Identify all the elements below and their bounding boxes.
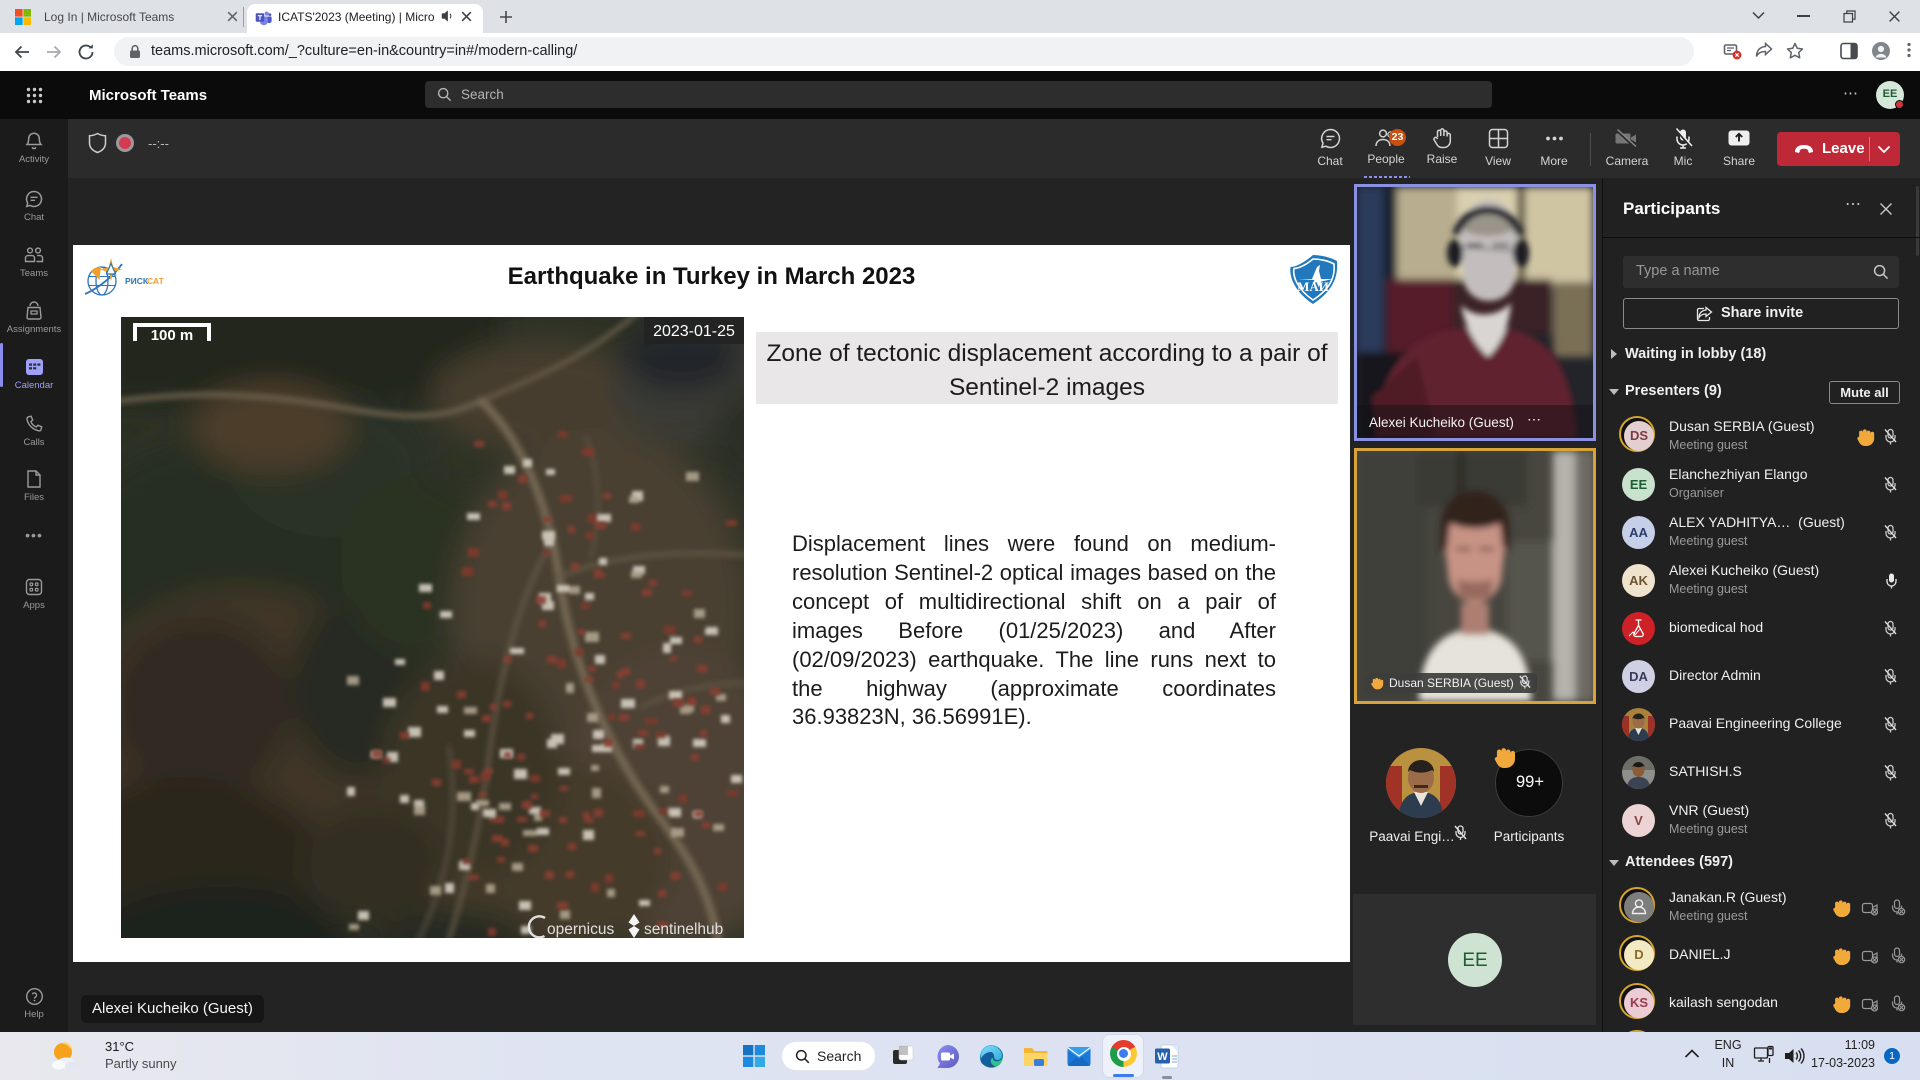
svg-text:РИСК: РИСК	[125, 276, 149, 286]
svg-text:W: W	[1157, 1051, 1168, 1063]
svg-text:opernicus: opernicus	[547, 921, 614, 938]
svg-text:100 m: 100 m	[151, 327, 194, 344]
svg-text:САТ: САТ	[147, 276, 165, 286]
svg-text:⋯: ⋯	[1527, 411, 1541, 427]
svg-text:МАИ: МАИ	[1297, 279, 1329, 294]
svg-text:Alexei Kucheiko (Guest): Alexei Kucheiko (Guest)	[1369, 415, 1514, 430]
svg-text:2023-01-25: 2023-01-25	[653, 323, 735, 340]
svg-text:Dusan SERBIA (Guest): Dusan SERBIA (Guest)	[1389, 676, 1514, 690]
svg-text:sentinelhub: sentinelhub	[644, 921, 723, 938]
